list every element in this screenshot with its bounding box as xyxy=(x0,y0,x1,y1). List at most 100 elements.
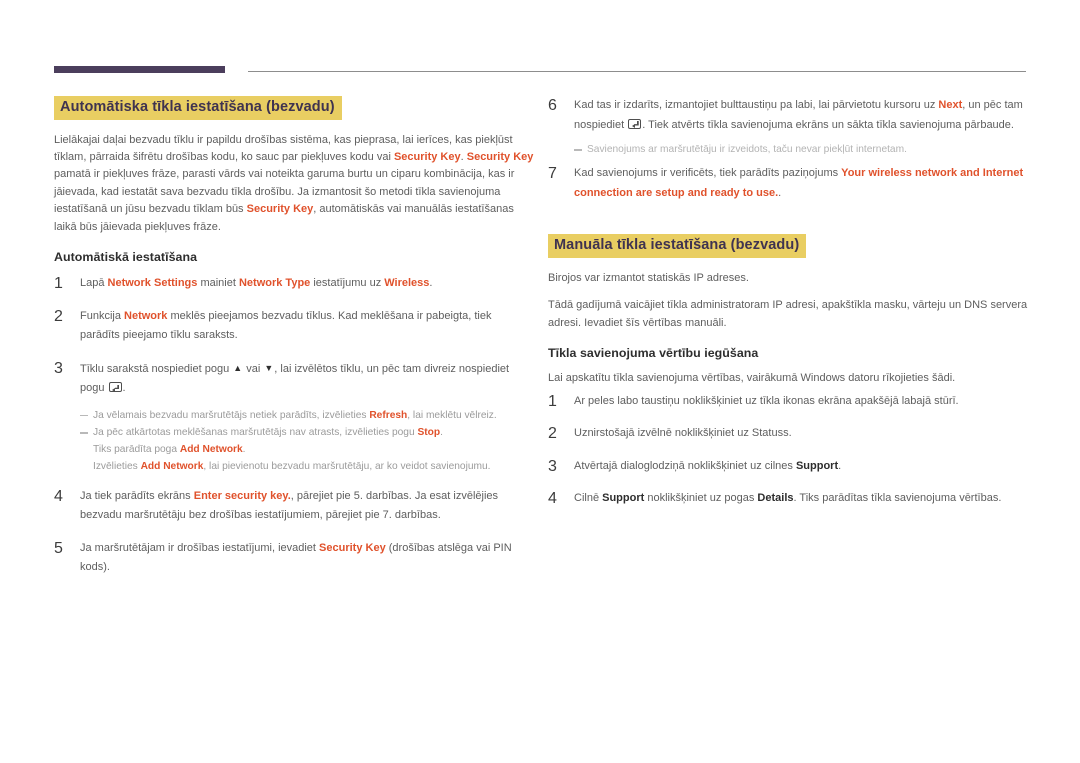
right-paragraph-3: Lai apskatītu tīkla savienojuma vērtības… xyxy=(548,372,956,385)
note-item: Ja pēc atkārtotas meklēšanas maršrutētāj… xyxy=(80,425,534,441)
text-run: Lapā xyxy=(80,277,108,290)
numbered-step: 2 Funkcija Network meklēs pieejamos bezva… xyxy=(54,307,534,346)
step-text: Atvērtajā dialoglodziņā noklikšķiniet uz… xyxy=(574,457,1028,477)
text-run: . Tiek atvērts tīkla savienojuma ekrāns … xyxy=(642,118,1014,131)
step-text: Cilnē Support noklikšķiniet uz pogas Det… xyxy=(574,489,1028,509)
step-number: 5 xyxy=(54,539,63,557)
text-run: Uznirstošajā izvēlnē noklikšķiniet uz St… xyxy=(574,427,792,440)
step-number: 4 xyxy=(54,487,63,505)
bold-term: Details xyxy=(757,492,794,505)
right-paragraph-2: Tādā gadījumā vaicājiet tīkla administra… xyxy=(548,299,1028,329)
accent-term: Security Key xyxy=(393,151,461,164)
text-run: Cilnē xyxy=(574,492,603,505)
numbered-step: 4 Cilnē Support noklikšķiniet uz pogas De… xyxy=(548,489,1028,509)
left-intro-paragraph: Lielākajai daļai bezvadu tīklu ir papild… xyxy=(54,132,534,236)
right-section-heading: Manuāla tīkla iestatīšana (bezvadu) xyxy=(548,234,807,258)
accent-term: Security Key xyxy=(319,541,386,554)
enter-key-icon xyxy=(628,118,642,129)
bold-term: Support xyxy=(602,492,645,505)
arrow-glyph: ▼ xyxy=(264,362,274,373)
text-run: iestatījumu uz xyxy=(310,277,385,290)
header-rule-thick xyxy=(54,66,225,73)
left-steps-after-notes: 4 Ja tiek parādīts ekrāns Enter security … xyxy=(54,487,534,578)
accent-term: Next xyxy=(938,99,963,111)
left-section-heading: Automātiska tīkla iestatīšana (bezvadu) xyxy=(54,96,342,120)
numbered-step: 1 Lapā Network Settings mainiet Network T… xyxy=(54,274,534,294)
text-run: vai xyxy=(243,362,264,375)
text-run: . xyxy=(440,426,443,438)
step-text: Lapā Network Settings mainiet Network Ty… xyxy=(80,274,534,294)
step-text: Kad savienojums ir verificēts, tiek parā… xyxy=(574,164,1028,203)
step-number: 3 xyxy=(548,457,557,475)
note-item: Savienojums ar maršrutētāju ir izveidots… xyxy=(574,142,1028,158)
numbered-step: 2 Uznirstošajā izvēlnē noklikšķiniet uz S… xyxy=(548,424,1028,444)
text-run: Kad tas ir izdarīts, izmantojiet bulttau… xyxy=(574,99,939,111)
text-run: Ja tiek parādīts ekrāns xyxy=(80,489,194,502)
step-number: 3 xyxy=(54,359,63,377)
right-paragraph-1: Birojos var izmantot statiskās IP adrese… xyxy=(548,271,749,284)
accent-term: Stop xyxy=(417,426,441,438)
accent-term: Refresh xyxy=(369,409,408,421)
numbered-step: 3 Tīklu sarakstā nospiediet pogu ▲ vai ▼,… xyxy=(54,359,534,399)
step-number: 7 xyxy=(548,165,557,183)
step-number: 2 xyxy=(54,307,63,325)
step-text: Ja tiek parādīts ekrāns Enter security k… xyxy=(80,487,534,526)
step-number: 6 xyxy=(548,97,557,114)
text-run: . xyxy=(429,277,433,290)
text-run: Atvērtajā dialoglodziņā noklikšķiniet uz… xyxy=(574,459,796,472)
bold-term: Support xyxy=(795,459,839,472)
step-number: 2 xyxy=(548,425,557,443)
text-run: Izvēlieties xyxy=(93,460,141,472)
text-run: Ja vēlamais bezvadu maršrutētājs netiek … xyxy=(93,409,370,421)
text-run: Funkcija xyxy=(80,309,125,322)
numbered-step: 4 Ja tiek parādīts ekrāns Enter security … xyxy=(54,487,534,526)
step-number: 1 xyxy=(54,275,63,293)
arrow-glyph: ▲ xyxy=(233,362,243,373)
left-notes-block: Ja vēlamais bezvadu maršrutētājs netiek … xyxy=(80,408,534,475)
left-sub-heading: Automātiskā iestatīšana xyxy=(54,250,198,265)
numbered-step: 1 Ar peles labo taustiņu noklikšķiniet uz… xyxy=(548,392,1028,412)
text-run: Ja pēc atkārtotas meklēšanas maršrutētāj… xyxy=(93,426,418,438)
text-run: . Tiks parādītas tīkla savienojuma vērtī… xyxy=(793,492,1002,505)
left-steps-list: 1 Lapā Network Settings mainiet Network T… xyxy=(54,274,534,399)
numbered-step: 6 Kad tas ir izdarīts, izmantojiet bultta… xyxy=(548,96,1028,135)
text-run: . xyxy=(778,186,782,199)
note-subline: Izvēlieties Add Network, lai pievienotu … xyxy=(80,459,534,475)
header-rule-thin xyxy=(248,71,1026,72)
step-text: Uznirstošajā izvēlnē noklikšķiniet uz St… xyxy=(574,424,1028,444)
step-text: Funkcija Network meklēs pieejamos bezvad… xyxy=(80,307,534,346)
text-run: Tiks parādīta poga xyxy=(93,444,180,456)
text-run: Ja maršrutētājam ir drošības iestatījumi… xyxy=(80,541,320,554)
text-run: Savienojums ar maršrutētāju ir izveidots… xyxy=(587,144,907,155)
text-run: noklikšķiniet uz pogas xyxy=(644,492,758,505)
note-item: Ja vēlamais bezvadu maršrutētājs netiek … xyxy=(80,408,534,424)
step-number: 1 xyxy=(548,392,557,410)
accent-term: Enter security key. xyxy=(193,489,291,502)
text-run: mainiet xyxy=(197,277,239,290)
text-run: . xyxy=(122,382,126,395)
text-run: , lai pievienotu bezvadu maršrutētāju, a… xyxy=(203,460,491,472)
right-steps-top: 6 Kad tas ir izdarīts, izmantojiet bultta… xyxy=(548,96,1028,135)
numbered-step: 3 Atvērtajā dialoglodziņā noklikšķiniet u… xyxy=(548,457,1028,477)
step-text: Ja maršrutētājam ir drošības iestatījumi… xyxy=(80,539,534,578)
step-text: Ar peles labo taustiņu noklikšķiniet uz … xyxy=(574,392,1028,412)
enter-key-icon xyxy=(108,382,122,393)
text-run: Tīklu sarakstā nospiediet pogu xyxy=(80,362,233,375)
text-run: . xyxy=(242,444,246,456)
note-subline: Tiks parādīta poga Add Network. xyxy=(80,442,534,458)
accent-term: Network Settings xyxy=(107,277,198,290)
text-run: Kad savienojums ir verificēts, tiek parā… xyxy=(574,167,842,180)
accent-term: Security Key xyxy=(246,203,314,216)
text-run: . xyxy=(838,459,842,472)
accent-term: Security Key xyxy=(466,151,534,164)
right-column: 6 Kad tas ir izdarīts, izmantojiet bultta… xyxy=(548,96,1028,522)
text-run: Ar peles labo taustiņu noklikšķiniet uz … xyxy=(574,394,959,407)
right-step-seven: 7 Kad savienojums ir verificēts, tiek par… xyxy=(548,164,1028,203)
right-sub-heading: Tīkla savienojuma vērtību iegūšana xyxy=(548,346,759,361)
accent-term: Network xyxy=(124,309,168,322)
step-text: Kad tas ir izdarīts, izmantojiet bulttau… xyxy=(574,96,1028,135)
text-run: , lai meklētu vēlreiz. xyxy=(407,409,497,421)
header-rules xyxy=(54,66,1026,76)
step-number: 4 xyxy=(548,490,557,508)
left-column: Automātiska tīkla iestatīšana (bezvadu) … xyxy=(54,96,534,591)
